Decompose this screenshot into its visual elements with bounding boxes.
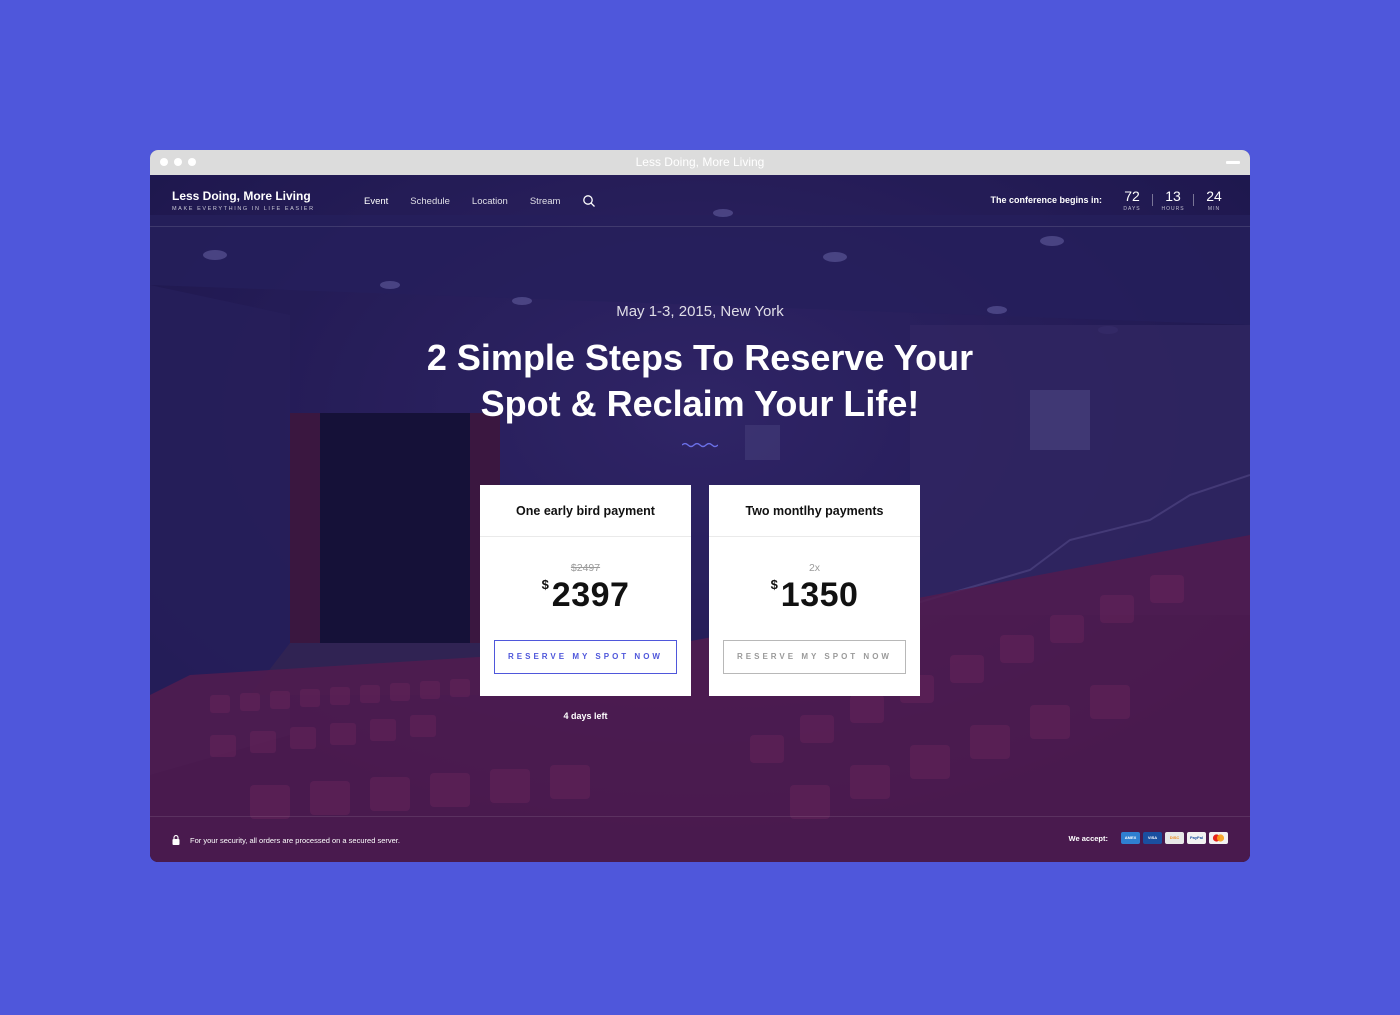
accepted-payments: We accept: AMEX VISA DISC PayPal — [1069, 832, 1228, 844]
discover-card-icon: DISC — [1165, 832, 1184, 844]
countdown-days-label: DAYS — [1123, 206, 1141, 212]
pricing-card-monthly: Two montlhy payments 2x $1350 RESERVE MY… — [709, 485, 920, 696]
nav-item-location[interactable]: Location — [472, 196, 508, 207]
countdown-days: 72 DAYS — [1112, 188, 1152, 212]
payment-multiplier: 2x — [808, 562, 821, 574]
currency-symbol: $ — [541, 577, 549, 592]
countdown-hours-label: HOURS — [1161, 206, 1185, 212]
countdown-hours: 13 HOURS — [1153, 188, 1193, 212]
currency-symbol: $ — [770, 577, 778, 592]
lock-icon — [172, 835, 180, 845]
event-date: May 1-3, 2015, New York — [616, 303, 784, 320]
reserve-spot-button[interactable]: RESERVE MY SPOT NOW — [494, 640, 677, 674]
price-amount: 1350 — [780, 576, 859, 614]
countdown-minutes-value: 24 — [1206, 188, 1222, 204]
card-title: One early bird payment — [480, 485, 691, 537]
minimize-icon[interactable] — [1226, 161, 1240, 164]
paypal-card-icon: PayPal — [1187, 832, 1206, 844]
brand-name: Less Doing, More Living — [172, 189, 311, 203]
accept-label: We accept: — [1068, 833, 1108, 843]
page-footer: For your security, all orders are proces… — [150, 816, 1250, 862]
main-menu: Event Schedule Location Stream — [364, 194, 596, 208]
countdown-minutes-label: MIN — [1207, 206, 1221, 212]
card-price: $1350 — [709, 576, 920, 616]
countdown-label: The conference begins in: — [990, 195, 1102, 205]
top-navbar: Less Doing, More Living MAKE EVERYTHING … — [150, 175, 1250, 227]
card-title: Two montlhy payments — [709, 485, 920, 537]
search-icon[interactable] — [582, 194, 596, 208]
card-price: $2397 — [480, 576, 691, 616]
countdown-hours-value: 13 — [1165, 188, 1181, 204]
nav-item-stream[interactable]: Stream — [530, 196, 561, 207]
brand-logo[interactable]: Less Doing, More Living MAKE EVERYTHING … — [172, 189, 315, 212]
window-title: Less Doing, More Living — [635, 155, 765, 169]
window-titlebar: Less Doing, More Living — [150, 150, 1250, 175]
hero-headline: 2 Simple Steps To Reserve Your Spot & Re… — [150, 335, 1250, 427]
brand-tagline: MAKE EVERYTHING IN LIFE EASIER — [172, 206, 315, 212]
headline-line-1: 2 Simple Steps To Reserve Your — [426, 337, 974, 378]
nav-item-event[interactable]: Event — [364, 196, 388, 207]
amex-card-icon: AMEX — [1121, 832, 1140, 844]
reserve-spot-button[interactable]: RESERVE MY SPOT NOW — [723, 640, 906, 674]
mastercard-logo-icon — [1212, 834, 1225, 842]
hero-section: Less Doing, More Living MAKE EVERYTHING … — [150, 175, 1250, 862]
pricing-card-early-bird: One early bird payment $2497 $2397 RESER… — [480, 485, 691, 696]
mastercard-card-icon — [1209, 832, 1228, 844]
countdown-minutes: 24 MIN — [1194, 188, 1234, 212]
security-notice: For your security, all orders are proces… — [190, 836, 400, 845]
price-amount: 2397 — [551, 576, 630, 614]
old-price: $2497 — [570, 562, 601, 574]
days-left-note: 4 days left — [563, 711, 608, 721]
nav-item-schedule[interactable]: Schedule — [410, 196, 450, 207]
auditorium-background-image — [150, 175, 1250, 862]
browser-window: Less Doing, More Living Less Doing, More… — [150, 150, 1250, 862]
headline-line-2: Spot & Reclaim Your Life! — [480, 383, 920, 424]
conference-countdown: The conference begins in: 72 DAYS 13 HOU… — [990, 188, 1234, 212]
countdown-days-value: 72 — [1124, 188, 1140, 204]
wave-divider-icon — [682, 442, 718, 448]
visa-card-icon: VISA — [1143, 832, 1162, 844]
